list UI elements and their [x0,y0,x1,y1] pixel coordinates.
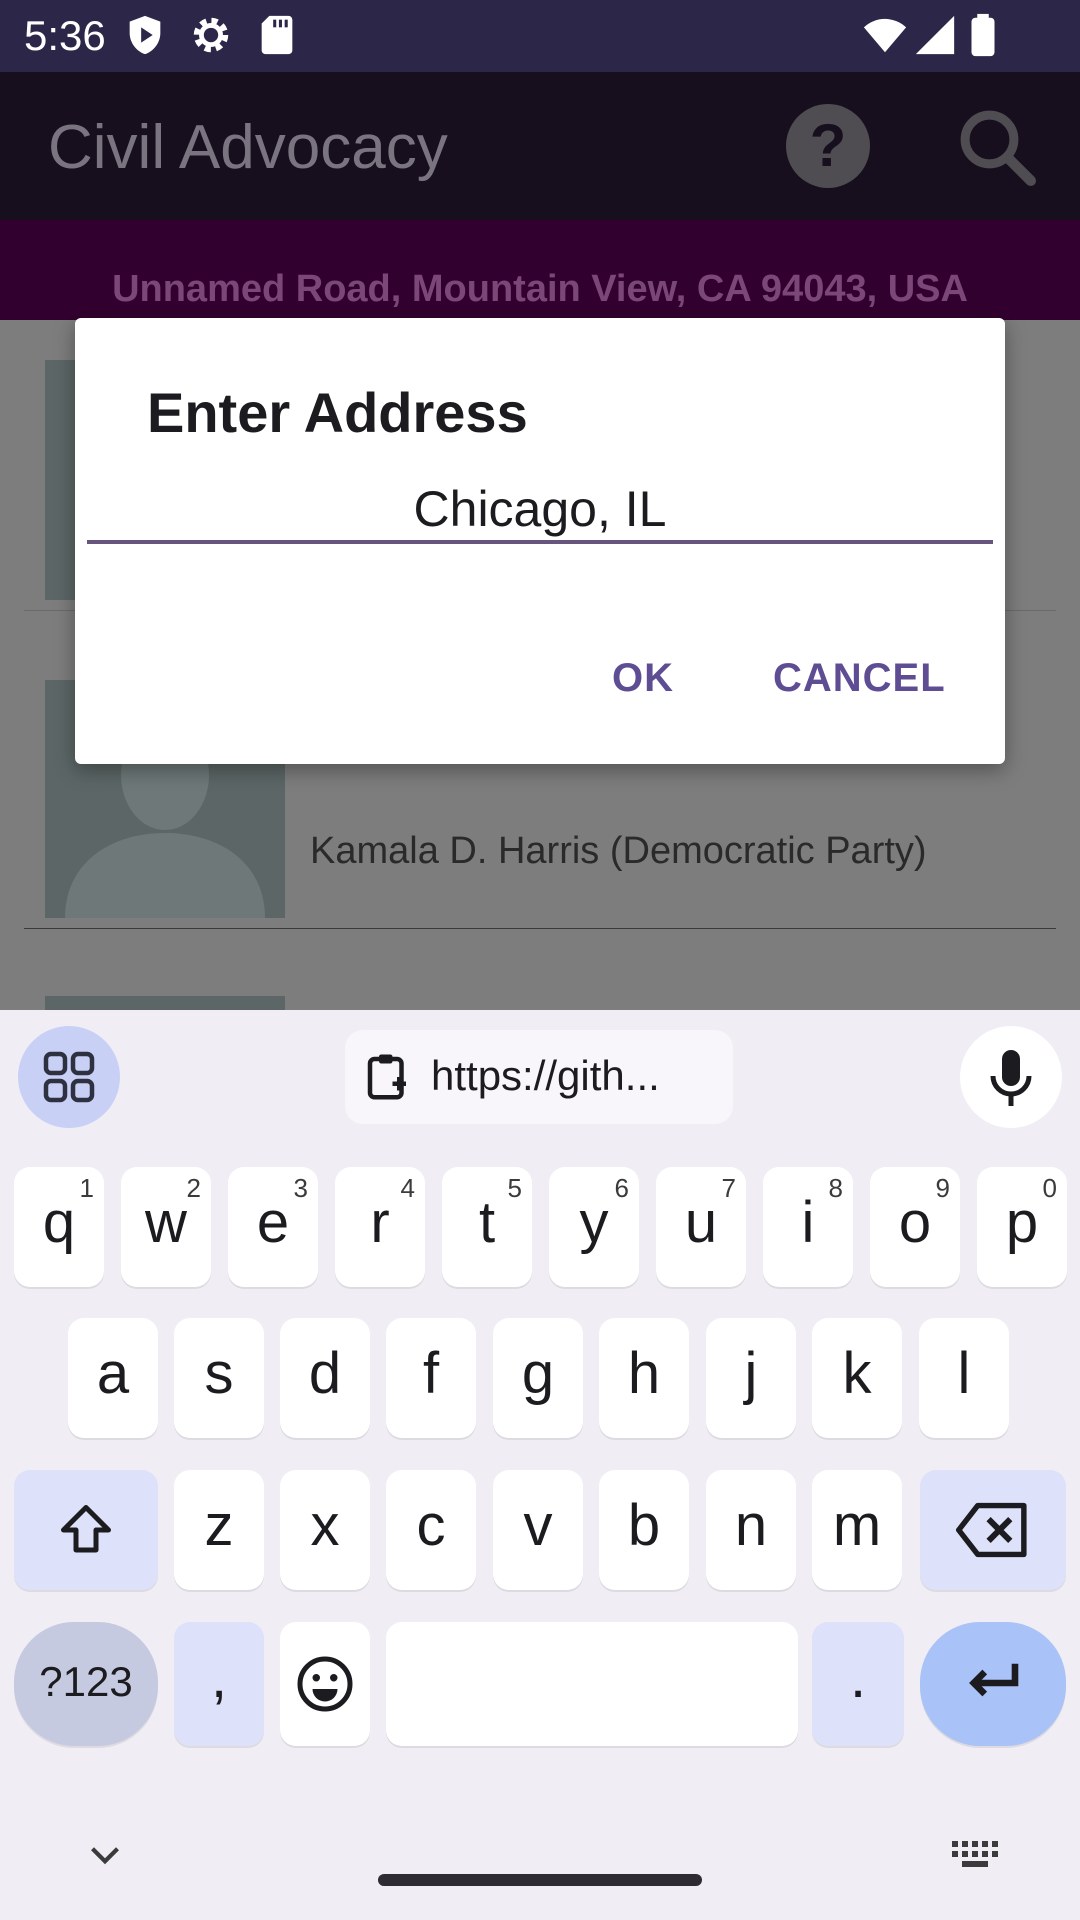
key-k[interactable]: k [812,1318,902,1438]
key-j[interactable]: j [706,1318,796,1438]
emoji-key[interactable] [280,1622,370,1746]
list-divider [24,928,1056,929]
signal-icon [915,15,955,55]
key-r[interactable]: r4 [335,1167,425,1287]
comma-key[interactable]: , [174,1622,264,1746]
sd-card-icon [261,15,293,55]
mic-icon [990,1050,1032,1106]
app-title: Civil Advocacy [48,113,448,182]
key-y[interactable]: y6 [549,1167,639,1287]
key-v[interactable]: v [493,1470,583,1590]
backspace-key[interactable] [920,1470,1066,1590]
keyboard-menu-button[interactable] [18,1026,120,1128]
battery-icon [971,13,995,57]
search-icon [960,110,1036,186]
cancel-button[interactable]: CANCEL [773,656,946,701]
help-button[interactable]: ? [786,104,870,188]
key-f[interactable]: f [386,1318,476,1438]
key-z[interactable]: z [174,1470,264,1590]
clipboard-suggestion[interactable]: https://gith... [345,1030,733,1124]
status-time: 5:36 [24,12,106,59]
key-i[interactable]: i8 [763,1167,853,1287]
key-a[interactable]: a [68,1318,158,1438]
gear-icon [193,17,229,53]
wifi-icon [863,18,907,53]
shield-icon [129,15,161,55]
key-x[interactable]: x [280,1470,370,1590]
key-e[interactable]: e3 [228,1167,318,1287]
voice-input-button[interactable] [960,1026,1062,1128]
key-n[interactable]: n [706,1470,796,1590]
key-w[interactable]: w2 [121,1167,211,1287]
key-h[interactable]: h [599,1318,689,1438]
key-q[interactable]: q1 [14,1167,104,1287]
enter-key[interactable] [920,1622,1066,1746]
key-u[interactable]: u7 [656,1167,746,1287]
emoji-icon [297,1656,353,1712]
official-photo [45,996,285,1010]
key-s[interactable]: s [174,1318,264,1438]
official-name[interactable]: Kamala D. Harris (Democratic Party) [310,830,927,873]
shift-icon [61,1505,111,1553]
app-bar: Civil Advocacy ? [0,72,1080,220]
key-t[interactable]: t5 [442,1167,532,1287]
enter-address-dialog: Enter Address OK CANCEL [75,318,1005,764]
ok-button[interactable]: OK [612,656,674,701]
grid-icon [43,1051,95,1103]
key-b[interactable]: b [599,1470,689,1590]
key-d[interactable]: d [280,1318,370,1438]
clipboard-icon [367,1054,406,1100]
key-l[interactable]: l [919,1318,1009,1438]
help-icon: ? [810,112,847,179]
svg-text:?: ? [810,112,847,179]
key-o[interactable]: o9 [870,1167,960,1287]
enter-icon [969,1663,1019,1697]
key-m[interactable]: m [812,1470,902,1590]
key-g[interactable]: g [493,1318,583,1438]
backspace-icon [956,1502,1027,1558]
address-input[interactable] [87,478,993,544]
chevron-down-icon [91,1847,119,1865]
shift-key[interactable] [14,1470,158,1590]
keyboard-icon [952,1841,998,1867]
keyboard-switch-button[interactable] [948,1830,1004,1880]
dialog-title: Enter Address [147,381,528,444]
space-key[interactable] [386,1622,798,1746]
clipboard-text: https://gith... [431,1052,660,1099]
hide-keyboard-button[interactable] [80,1830,130,1880]
period-key[interactable]: . [812,1622,904,1746]
key-c[interactable]: c [386,1470,476,1590]
search-button[interactable] [952,102,1042,192]
key-p[interactable]: p0 [977,1167,1067,1287]
current-address: Unnamed Road, Mountain View, CA 94043, U… [112,268,968,310]
keyboard: https://gith... q1 w2 e3 r4 t5 y6 u7 i8 … [0,1010,1080,1920]
gesture-nav-handle[interactable] [378,1874,702,1886]
status-bar: 5:36 [0,0,1080,72]
symbols-key[interactable]: ?123 [14,1622,158,1746]
